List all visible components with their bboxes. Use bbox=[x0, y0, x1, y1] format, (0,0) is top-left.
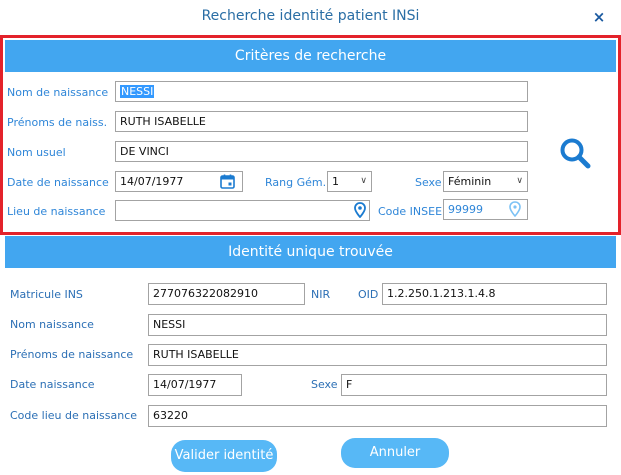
chevron-down-icon: ∨ bbox=[360, 176, 367, 186]
lieu-naissance-label: Lieu de naissance bbox=[7, 205, 106, 218]
sexe-value: Féminin bbox=[448, 175, 492, 188]
sexe-select[interactable]: Féminin ∨ bbox=[443, 171, 528, 192]
nom-naissance-input[interactable]: NESSI bbox=[115, 81, 528, 102]
annuler-button[interactable]: Annuler bbox=[341, 438, 449, 468]
oid-field[interactable]: 1.2.250.1.213.1.4.8 bbox=[382, 283, 607, 305]
oid-label: OID bbox=[358, 288, 379, 301]
matricule-ins-label: Matricule INS bbox=[10, 288, 83, 301]
nir-label: NIR bbox=[311, 288, 331, 301]
prenoms-naissance-label: Prénoms de naiss. bbox=[7, 116, 108, 129]
valider-identite-button[interactable]: Valider identité bbox=[171, 440, 277, 472]
sexe-result-label: Sexe bbox=[311, 378, 338, 391]
sexe-label: Sexe bbox=[415, 176, 442, 189]
dialog-title: Recherche identité patient INSi bbox=[201, 8, 420, 24]
location-pin-icon[interactable] bbox=[354, 202, 366, 218]
code-lieu-naissance-field[interactable]: 63220 bbox=[148, 405, 607, 427]
date-naissance-value: 14/07/1977 bbox=[120, 175, 184, 188]
result-banner: Identité unique trouvée bbox=[5, 236, 616, 268]
calendar-icon[interactable] bbox=[220, 174, 235, 189]
date-naissance-label: Date de naissance bbox=[7, 176, 109, 189]
search-icon[interactable] bbox=[558, 136, 592, 170]
prenoms-naissance-result-field[interactable]: RUTH ISABELLE bbox=[148, 344, 607, 366]
lieu-naissance-input[interactable] bbox=[115, 200, 370, 221]
nom-naissance-result-label: Nom naissance bbox=[10, 318, 94, 331]
prenoms-naissance-input[interactable]: RUTH ISABELLE bbox=[115, 111, 528, 132]
prenoms-naissance-result-label: Prénoms de naissance bbox=[10, 348, 134, 361]
sexe-result-field[interactable]: F bbox=[341, 374, 607, 396]
code-lieu-naissance-label: Code lieu de naissance bbox=[10, 409, 138, 422]
code-insee-value: 99999 bbox=[448, 203, 483, 216]
rang-gemellaire-value: 1 bbox=[332, 175, 339, 188]
date-naissance-result-field[interactable]: 14/07/1977 bbox=[148, 374, 242, 396]
rang-gemellaire-label: Rang Gém. bbox=[265, 176, 327, 189]
nom-usuel-input[interactable]: DE VINCI bbox=[115, 141, 528, 162]
matricule-ins-field[interactable]: 277076322082910 bbox=[148, 283, 305, 305]
location-pin-icon bbox=[509, 201, 521, 217]
rang-gemellaire-select[interactable]: 1 ∨ bbox=[327, 171, 372, 192]
date-naissance-result-label: Date naissance bbox=[10, 378, 95, 391]
search-criteria-banner: Critères de recherche bbox=[5, 40, 616, 72]
nom-naissance-label: Nom de naissance bbox=[7, 86, 109, 99]
nom-naissance-result-field[interactable]: NESSI bbox=[148, 314, 607, 336]
close-icon[interactable]: × bbox=[590, 8, 608, 26]
code-insee-label: Code INSEE bbox=[378, 205, 443, 218]
nom-usuel-label: Nom usuel bbox=[7, 146, 66, 159]
chevron-down-icon: ∨ bbox=[516, 176, 523, 186]
